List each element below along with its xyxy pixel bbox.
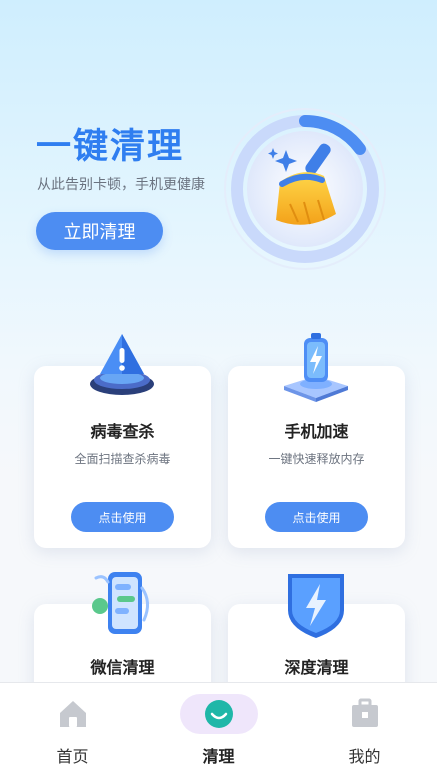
toolbox-icon — [351, 698, 378, 727]
phone-boost-use-button[interactable]: 点击使用 — [265, 502, 368, 532]
virus-scan-use-button[interactable]: 点击使用 — [71, 502, 174, 532]
clean-now-button[interactable]: 立即清理 — [36, 212, 163, 250]
warning-shield-icon — [90, 334, 154, 395]
clean-progress-ring[interactable] — [220, 104, 390, 274]
smile-icon — [204, 700, 233, 728]
card-title: 深度清理 — [284, 658, 349, 677]
tab-mine[interactable]: 我的 — [292, 683, 437, 778]
page-title: 一键清理 — [36, 127, 185, 167]
card-desc: 一键快速释放内存 — [268, 452, 365, 466]
tab-home-label: 首页 — [56, 747, 89, 766]
card-title: 手机加速 — [284, 422, 349, 441]
hero-subtitle: 从此告别卡顿，手机更健康 — [37, 177, 205, 193]
lightning-shield-icon — [288, 574, 344, 638]
tab-clean-label: 清理 — [202, 747, 235, 766]
home-icon — [59, 701, 86, 727]
bottom-tab-bar: 首页 清理 我的 — [0, 682, 437, 778]
battery-boost-icon — [284, 333, 348, 402]
tab-mine-label: 我的 — [348, 747, 381, 766]
card-title: 微信清理 — [90, 658, 155, 677]
phone-chat-icon — [92, 572, 149, 634]
card-title: 病毒查杀 — [90, 422, 155, 441]
tab-clean[interactable]: 清理 — [146, 683, 291, 778]
card-desc: 全面扫描查杀病毒 — [74, 452, 171, 466]
tab-home[interactable]: 首页 — [0, 683, 145, 778]
